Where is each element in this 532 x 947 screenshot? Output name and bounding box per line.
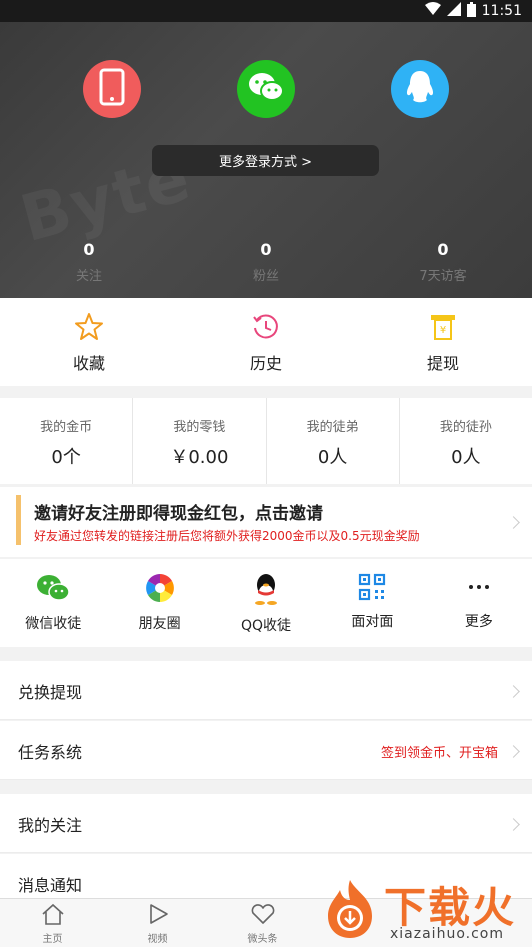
battery-icon [466, 1, 476, 21]
phone-icon [99, 68, 125, 110]
invite-accent-bar [16, 495, 21, 545]
star-icon [74, 313, 104, 346]
history-button[interactable]: 历史 [206, 312, 326, 374]
share-facetoface-label: 面对面 [351, 614, 394, 630]
share-moments-label: 朋友圈 [138, 616, 181, 632]
share-wechat-button[interactable]: 微信收徒 [0, 559, 106, 647]
share-options: 微信收徒 朋友圈 QQ收徒 面对面 更多 [0, 559, 532, 647]
row-task-system-label: 任务系统 [18, 743, 83, 762]
share-moments-button[interactable]: 朋友圈 [106, 559, 212, 647]
my-coins-title: 我的金币 [40, 420, 93, 435]
my-coins[interactable]: 我的金币 0个 [0, 398, 134, 484]
home-icon [40, 903, 66, 929]
stat-visitors-value: 0 [437, 240, 449, 259]
row-my-following[interactable]: 我的关注 [0, 794, 532, 853]
status-time: 11:51 [481, 3, 522, 19]
stat-fans-value: 0 [260, 240, 272, 259]
phone-login-button[interactable] [83, 60, 141, 118]
tab-video[interactable]: 视频 [105, 899, 210, 947]
favorites-label: 收藏 [72, 354, 105, 373]
history-icon [251, 314, 281, 346]
status-bar: 11:51 [0, 0, 532, 22]
flame-logo-icon [322, 878, 378, 940]
row-my-following-label: 我的关注 [18, 816, 83, 835]
row-notifications-label: 消息通知 [18, 876, 83, 895]
share-facetoface-button[interactable]: 面对面 [319, 559, 425, 647]
my-grand-apprentices[interactable]: 我的徒孙 0人 [400, 398, 532, 484]
my-apprentices-title: 我的徒弟 [306, 420, 359, 435]
qq-login-button[interactable] [391, 60, 449, 118]
row-exchange-withdraw-label: 兑换提现 [18, 683, 83, 702]
favorites-button[interactable]: 收藏 [29, 312, 149, 374]
invite-banner[interactable]: 邀请好友注册即得现金红包，点击邀请 好友通过您转发的链接注册后您将额外获得200… [0, 487, 532, 557]
my-change[interactable]: 我的零钱 ￥0.00 [133, 398, 267, 484]
my-change-value: ￥0.00 [170, 447, 229, 468]
qrcode-icon [358, 573, 386, 605]
stat-following-label: 关注 [75, 269, 102, 284]
share-wechat-label: 微信收徒 [25, 616, 82, 632]
withdraw-button[interactable]: ¥ 提现 [383, 312, 503, 374]
chevron-right-icon [507, 685, 520, 698]
my-apprentices-value: 0人 [317, 447, 348, 468]
watermark-url: xiazaihuo.com [390, 926, 504, 942]
wifi-icon [424, 2, 441, 20]
wallet-stats: 我的金币 0个 我的零钱 ￥0.00 我的徒弟 0人 我的徒孙 0人 [0, 398, 532, 484]
svg-text:¥: ¥ [440, 325, 446, 336]
my-grand-apprentices-value: 0人 [451, 447, 481, 468]
tab-home-label: 主页 [42, 934, 63, 945]
tab-video-label: 视频 [147, 934, 168, 945]
invite-subtitle: 好友通过您转发的链接注册后您将额外获得2000金币以及0.5元现金奖励 [34, 529, 420, 543]
share-qq-button[interactable]: QQ收徒 [213, 559, 319, 647]
moments-icon [145, 574, 175, 607]
share-more-button[interactable]: 更多 [426, 559, 532, 647]
withdraw-icon: ¥ [428, 315, 458, 346]
site-watermark-logo: 下载火 xiazaihuo.com [312, 872, 532, 946]
tab-micro-headline-label: 微头条 [247, 934, 278, 945]
qq-icon [252, 574, 280, 609]
chevron-right-icon [507, 516, 520, 529]
my-apprentices[interactable]: 我的徒弟 0人 [267, 398, 400, 484]
tab-micro-headline[interactable]: 微头条 [210, 899, 315, 947]
withdraw-label: 提现 [426, 354, 459, 373]
share-more-label: 更多 [464, 614, 493, 630]
stat-fans-label: 粉丝 [252, 269, 279, 284]
tab-home[interactable]: 主页 [0, 899, 105, 947]
more-login-button[interactable]: 更多登录方式 > [152, 145, 379, 176]
profile-header: Byte 更多登录方式 > 0 关注 0 粉丝 0 7天访客 [0, 22, 532, 298]
stat-fans[interactable]: 0 粉丝 [206, 240, 326, 284]
stat-following-value: 0 [83, 240, 95, 259]
quick-actions: 收藏 历史 ¥ 提现 [0, 298, 532, 386]
qq-icon [405, 70, 435, 108]
stat-visitors[interactable]: 0 7天访客 [383, 240, 503, 284]
wechat-icon [247, 71, 285, 107]
stat-visitors-label: 7天访客 [419, 269, 467, 284]
wechat-icon [36, 575, 70, 607]
share-qq-label: QQ收徒 [240, 618, 292, 634]
chevron-right-icon [507, 745, 520, 758]
my-change-title: 我的零钱 [173, 420, 226, 435]
my-grand-apprentices-title: 我的徒孙 [439, 420, 492, 435]
row-task-system[interactable]: 任务系统 签到领金币、开宝箱 [0, 721, 532, 780]
wechat-login-button[interactable] [237, 60, 295, 118]
history-label: 历史 [249, 354, 282, 373]
signal-icon [446, 2, 461, 20]
row-exchange-withdraw[interactable]: 兑换提现 [0, 661, 532, 720]
heart-icon [250, 904, 276, 929]
stat-following[interactable]: 0 关注 [29, 240, 149, 284]
play-icon [145, 904, 171, 929]
my-coins-value: 0个 [51, 447, 81, 468]
chevron-right-icon [507, 818, 520, 831]
row-task-system-hint: 签到领金币、开宝箱 [380, 746, 498, 761]
more-icon [465, 585, 493, 605]
invite-title: 邀请好友注册即得现金红包，点击邀请 [34, 504, 323, 524]
